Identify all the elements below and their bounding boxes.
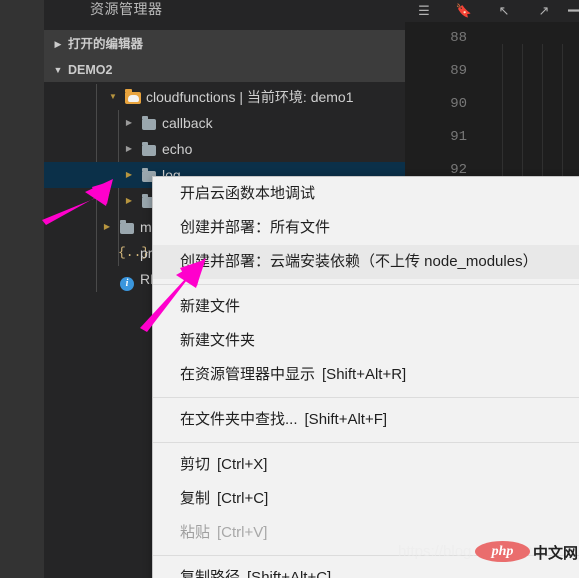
editor-toolbar: ☰ 🔖 ↖ ↗ ━━	[405, 0, 579, 22]
menu-item-shortcut: [Ctrl+V]	[217, 524, 268, 541]
menu-item-label: 在资源管理器中显示	[180, 366, 316, 383]
menu-item-label: 新建文件夹	[180, 332, 256, 349]
menu-item-shortcut: [Shift+Alt+F]	[304, 411, 388, 428]
menu-item-label: 创建并部署：所有文件	[180, 219, 331, 236]
menu-item-find-in-folder[interactable]: 在文件夹中查找... [Shift+Alt+F]	[153, 403, 579, 437]
menu-item-reveal-in-explorer[interactable]: 在资源管理器中显示 [Shift+Alt+R]	[153, 358, 579, 392]
menu-item-label: 创建并部署：云端安装依赖（不上传 node_modules）	[180, 253, 538, 270]
chevron-down-icon[interactable]: ▼	[106, 84, 120, 110]
chevron-right-icon[interactable]: ▶	[122, 110, 136, 136]
outline-list-icon[interactable]: ☰	[413, 0, 435, 22]
menu-item-deploy-all-files[interactable]: 创建并部署：所有文件	[153, 211, 579, 245]
menu-item-label: 开启云函数本地调试	[180, 185, 316, 202]
menu-separator	[153, 442, 579, 443]
navigate-forward-icon[interactable]: ↗	[533, 0, 555, 22]
menu-item-shortcut: [Shift+Alt+R]	[322, 366, 407, 383]
split-editor-icon[interactable]: ━━	[565, 0, 579, 22]
menu-item-shortcut: [Ctrl+C]	[217, 490, 269, 507]
menu-separator	[153, 284, 579, 285]
line-number: 91	[450, 129, 467, 145]
tree-item-cloudfunctions[interactable]: ▼ cloudfunctions | 当前环境: demo1	[44, 84, 405, 110]
screenshot-root: 资源管理器 ▶ 打开的编辑器 ▼ DEMO2 ▼ cloudfunctions | …	[0, 0, 579, 578]
sidebar-section-demo2[interactable]: ▼ DEMO2	[44, 56, 405, 82]
menu-item-copy[interactable]: 复制 [Ctrl+C]	[153, 482, 579, 516]
chevron-right-icon[interactable]: ▶	[100, 214, 114, 240]
chevron-right-icon: ▶	[54, 38, 62, 49]
menu-item-label: 在文件夹中查找...	[180, 411, 298, 428]
bookmark-icon[interactable]: 🔖	[453, 0, 475, 22]
menu-item-enable-local-debug[interactable]: 开启云函数本地调试	[153, 177, 579, 211]
menu-item-deploy-cloud-install-deps[interactable]: 创建并部署：云端安装依赖（不上传 node_modules）	[153, 245, 579, 279]
watermark-logo: php 中文网	[475, 540, 579, 566]
sidebar-section-label: DEMO2	[68, 62, 113, 77]
menu-item-label: 复制	[180, 490, 211, 507]
chevron-right-icon[interactable]: ▶	[122, 188, 136, 214]
tree-item-label: cloudfunctions | 当前环境: demo1	[146, 89, 354, 105]
line-number: 89	[450, 63, 467, 79]
menu-item-shortcut: [Ctrl+X]	[217, 456, 268, 473]
chevron-right-icon[interactable]: ▶	[122, 162, 136, 188]
navigate-back-icon[interactable]: ↖	[493, 0, 515, 22]
chevron-right-icon[interactable]: ▶	[122, 136, 136, 162]
menu-item-label: 粘贴	[180, 524, 211, 541]
menu-item-label: 复制路径	[180, 569, 241, 578]
tree-item-label: echo	[162, 141, 193, 157]
json-file-icon: {..}	[118, 245, 150, 260]
folder-icon	[140, 110, 158, 136]
menu-item-cut[interactable]: 剪切 [Ctrl+X]	[153, 448, 579, 482]
php-logo-icon: php	[475, 541, 530, 562]
cloud-folder-icon	[124, 84, 142, 110]
line-number: 88	[450, 30, 467, 46]
info-file-icon: i	[118, 266, 136, 292]
menu-item-new-file[interactable]: 新建文件	[153, 290, 579, 324]
folder-icon	[140, 136, 158, 162]
tree-item-echo[interactable]: ▶ echo	[44, 136, 405, 162]
folder-icon	[118, 214, 136, 240]
context-menu: 开启云函数本地调试 创建并部署：所有文件 创建并部署：云端安装依赖（不上传 no…	[152, 176, 579, 578]
menu-item-label: 剪切	[180, 456, 211, 473]
menu-item-new-folder[interactable]: 新建文件夹	[153, 324, 579, 358]
menu-separator	[153, 397, 579, 398]
menu-item-shortcut: [Shift+Alt+C]	[247, 569, 332, 578]
sidebar-section-open-editors[interactable]: ▶ 打开的编辑器	[44, 30, 405, 56]
chevron-down-icon: ▼	[53, 64, 63, 75]
tree-item-label: callback	[162, 115, 213, 131]
tree-item-callback[interactable]: ▶ callback	[44, 110, 405, 136]
page-title: 资源管理器	[90, 1, 163, 17]
watermark-logo-suffix: 中文网	[533, 545, 579, 562]
line-number: 90	[450, 96, 467, 112]
sidebar-section-label: 打开的编辑器	[68, 36, 144, 51]
menu-item-label: 新建文件	[180, 298, 241, 315]
activity-bar	[0, 0, 44, 578]
